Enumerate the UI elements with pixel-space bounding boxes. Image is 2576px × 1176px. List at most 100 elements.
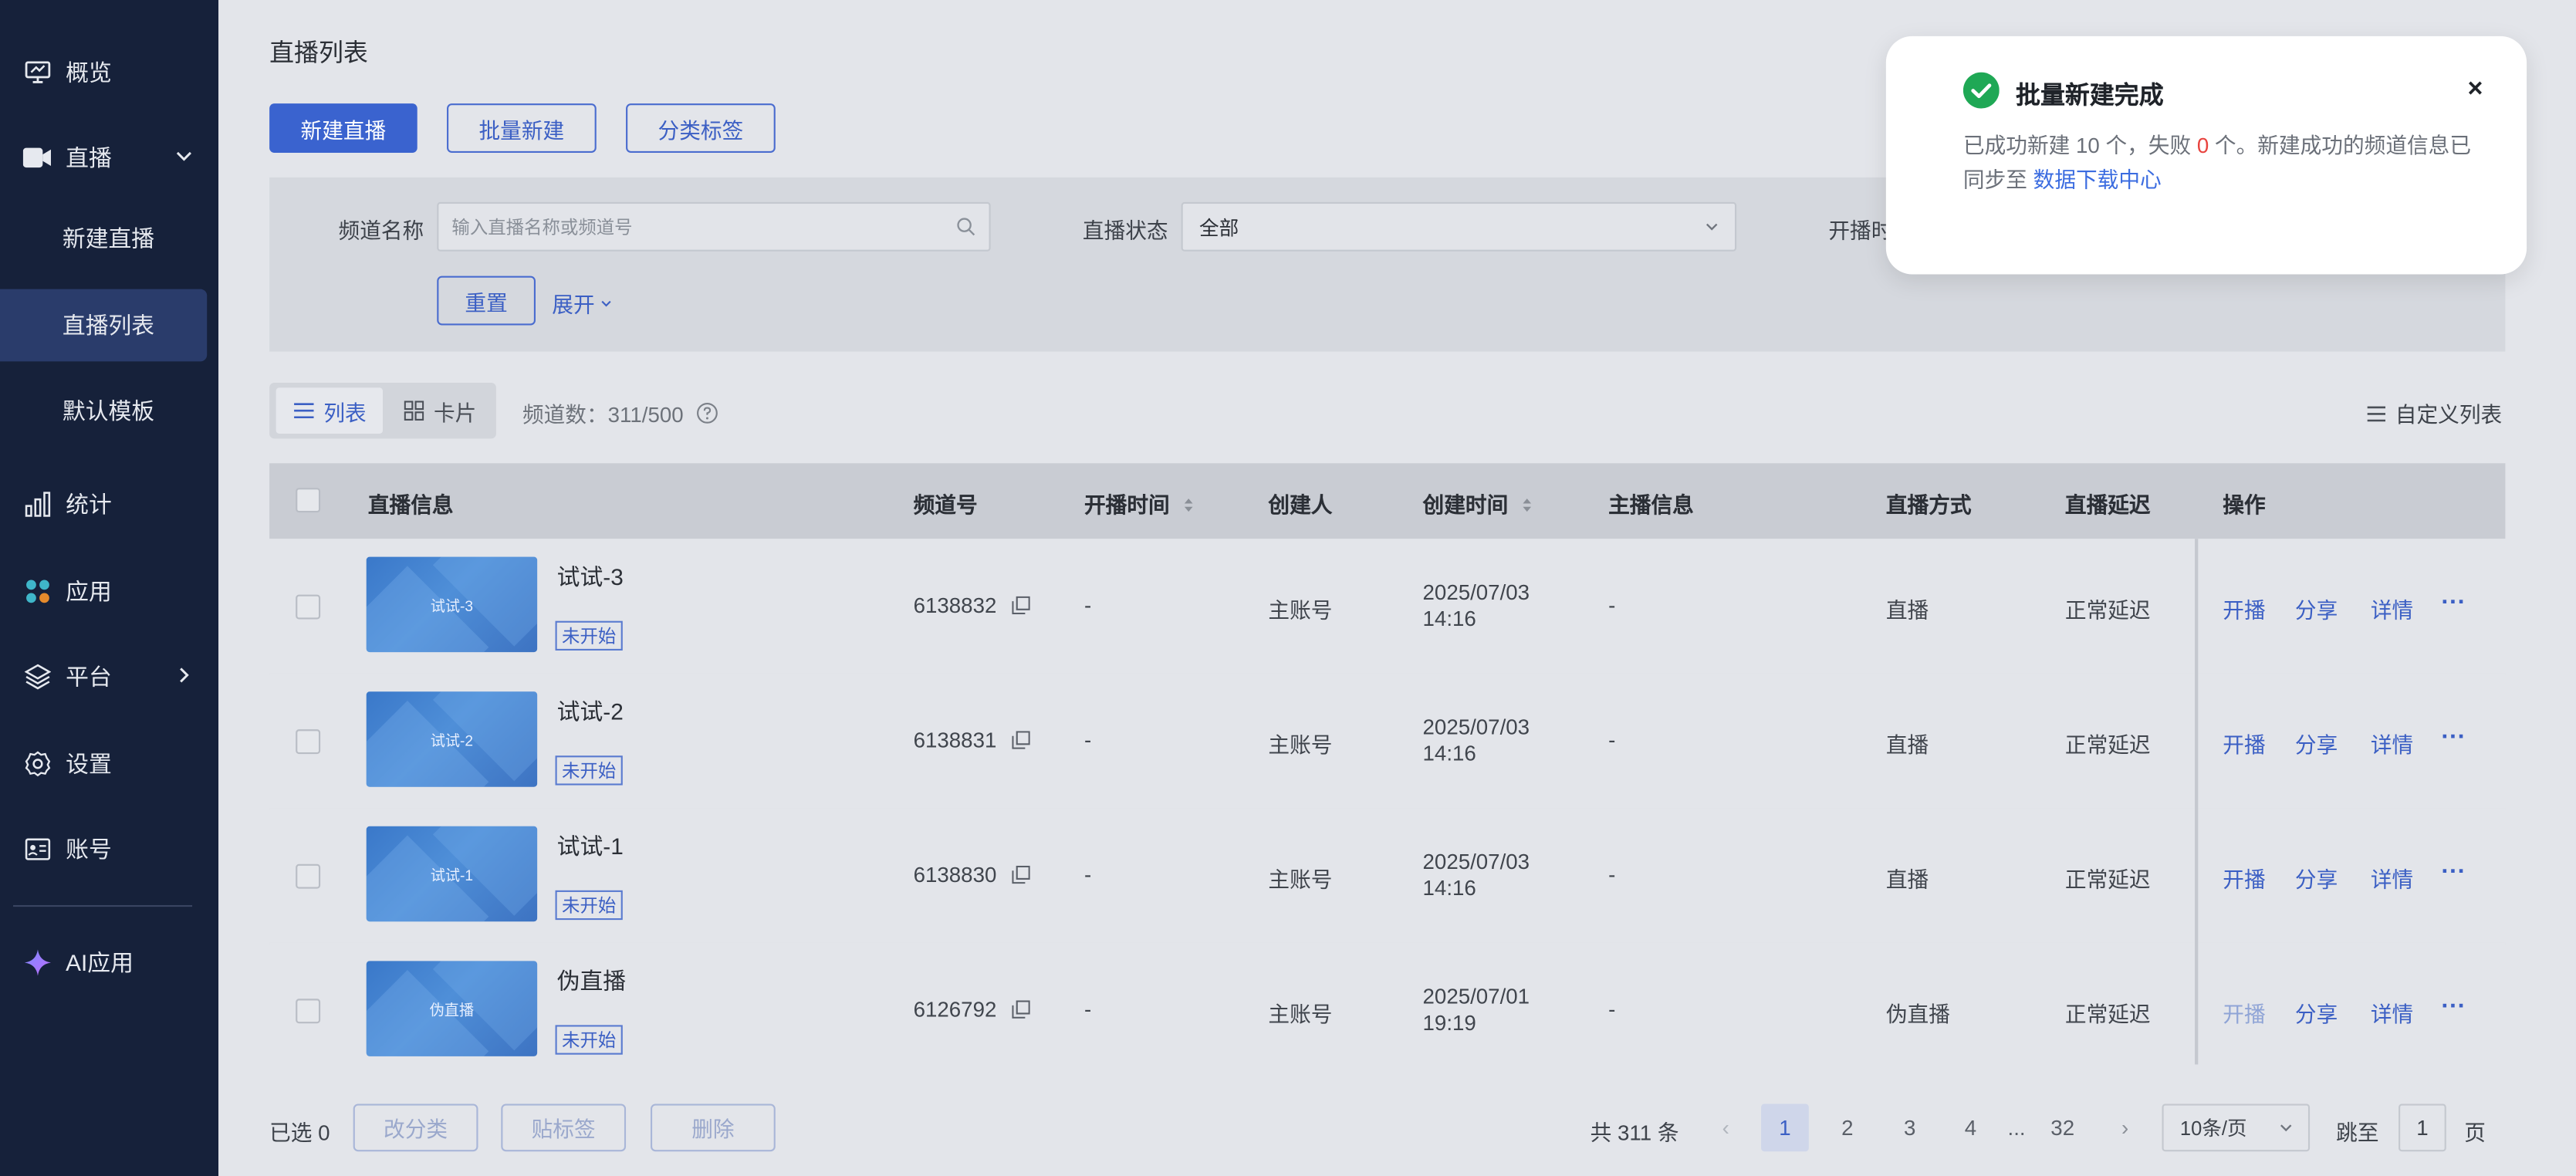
- copy-icon[interactable]: [1011, 731, 1029, 749]
- sidebar-item-stats[interactable]: 统计: [0, 471, 218, 537]
- creator-cell: 主账号: [1268, 732, 1333, 758]
- sidebar-item-label: 账号: [66, 836, 112, 863]
- table-row[interactable]: 试试-3 试试-3 未开始 6138832 - 主账号 2025/07/03 1…: [269, 539, 2506, 675]
- prev-page-icon[interactable]: ‹: [1702, 1104, 1749, 1152]
- page-3[interactable]: 3: [1886, 1104, 1934, 1152]
- table-header: 直播信息 频道号 开播时间 创建人 创建时间 主播信息 直播方式 直播延迟 操作: [269, 463, 2506, 539]
- detail-link[interactable]: 详情: [2371, 997, 2413, 1028]
- page-ellipsis[interactable]: ...: [1993, 1104, 2040, 1152]
- channel-id: 6138830: [913, 862, 997, 887]
- delete-button[interactable]: 删除: [651, 1103, 776, 1152]
- share-link[interactable]: 分享: [2295, 997, 2338, 1028]
- sticky-column-shadow: [2195, 539, 2199, 1065]
- status-badge: 未开始: [555, 620, 623, 651]
- row-checkbox[interactable]: [296, 863, 321, 889]
- jump-page-input[interactable]: 1: [2399, 1103, 2446, 1152]
- sidebar-subitem-new-live[interactable]: 新建直播: [0, 202, 218, 275]
- table-row[interactable]: 伪直播 伪直播 未开始 6126792 - 主账号 2025/07/01 19:…: [269, 942, 2506, 1078]
- more-icon[interactable]: ···: [2441, 992, 2466, 1020]
- detail-link[interactable]: 详情: [2371, 593, 2413, 623]
- col-start-time[interactable]: 开播时间: [1084, 488, 1194, 519]
- download-center-link[interactable]: 数据下载中心: [2033, 167, 2162, 192]
- row-checkbox[interactable]: [296, 999, 321, 1024]
- page-32[interactable]: 32: [2039, 1104, 2087, 1152]
- sidebar-item-account[interactable]: 账号: [0, 816, 218, 882]
- live-name[interactable]: 试试-1: [557, 830, 624, 863]
- live-thumbnail[interactable]: 试试-3: [366, 556, 538, 653]
- page-size-select[interactable]: 10条/页: [2162, 1103, 2311, 1152]
- custom-columns-button[interactable]: 自定义列表: [2367, 397, 2502, 428]
- expand-label: 展开: [552, 292, 595, 317]
- live-thumbnail[interactable]: 试试-1: [366, 826, 538, 922]
- more-icon[interactable]: ···: [2441, 857, 2466, 885]
- creator-cell: 主账号: [1268, 1002, 1333, 1027]
- layers-icon: [23, 662, 52, 691]
- thumbnail-label: 试试-3: [430, 596, 474, 614]
- batch-create-button[interactable]: 批量新建: [447, 103, 597, 153]
- video-camera-icon: [22, 143, 52, 172]
- list-icon: [2367, 405, 2386, 421]
- list-view-label: 列表: [323, 400, 367, 425]
- row-checkbox[interactable]: [296, 594, 321, 620]
- page-4[interactable]: 4: [1947, 1104, 1995, 1152]
- copy-icon[interactable]: [1011, 865, 1029, 884]
- share-link[interactable]: 分享: [2295, 863, 2338, 894]
- sidebar-item-label: AI应用: [66, 949, 134, 976]
- start-live-link[interactable]: 开播: [2223, 863, 2265, 894]
- toast-message-prefix: 已成功新建 10 个，失败: [1962, 133, 2197, 158]
- recategorize-button[interactable]: 改分类: [353, 1103, 478, 1152]
- start-live-link[interactable]: 开播: [2223, 593, 2265, 623]
- help-icon[interactable]: [697, 402, 718, 424]
- created-date: 2025/07/03: [1422, 580, 1530, 605]
- tag-button[interactable]: 贴标签: [501, 1103, 627, 1152]
- share-link[interactable]: 分享: [2295, 728, 2338, 759]
- category-tag-button[interactable]: 分类标签: [626, 103, 776, 153]
- start-live-link[interactable]: 开播: [2223, 728, 2265, 759]
- more-icon[interactable]: ···: [2441, 588, 2466, 616]
- col-created-time[interactable]: 创建时间: [1423, 488, 1533, 519]
- table-row[interactable]: 试试-1 试试-1 未开始 6138830 - 主账号 2025/07/03 1…: [269, 808, 2506, 945]
- reset-button[interactable]: 重置: [437, 275, 536, 326]
- live-name[interactable]: 伪直播: [557, 965, 626, 998]
- page-2[interactable]: 2: [1824, 1104, 1871, 1152]
- channel-id: 6126792: [913, 997, 997, 1022]
- host-cell: -: [1608, 593, 1616, 618]
- new-live-button[interactable]: 新建直播: [269, 103, 418, 153]
- delay-cell: 正常延迟: [2064, 1002, 2151, 1027]
- copy-icon[interactable]: [1011, 596, 1029, 615]
- expand-toggle[interactable]: 展开: [552, 288, 613, 319]
- sidebar-subitem-default-template[interactable]: 默认模板: [0, 374, 218, 447]
- sidebar-item-platform[interactable]: 平台: [0, 644, 218, 709]
- channel-search-input[interactable]: 输入直播名称或频道号: [437, 201, 991, 252]
- delay-cell: 正常延迟: [2064, 867, 2151, 892]
- share-link[interactable]: 分享: [2295, 593, 2338, 623]
- row-checkbox[interactable]: [296, 729, 321, 755]
- sidebar-item-ai-apps[interactable]: AI应用: [0, 930, 218, 995]
- copy-icon[interactable]: [1011, 1000, 1029, 1019]
- thumbnail-label: 伪直播: [429, 1001, 475, 1018]
- start-live-link[interactable]: 开播: [2223, 997, 2265, 1028]
- sidebar-item-label: 概览: [66, 59, 112, 86]
- live-name[interactable]: 试试-2: [557, 694, 624, 728]
- tab-card-view[interactable]: 卡片: [387, 387, 489, 434]
- detail-link[interactable]: 详情: [2371, 863, 2413, 894]
- select-all-checkbox[interactable]: [296, 488, 321, 513]
- close-icon[interactable]: ×: [2467, 76, 2483, 105]
- sidebar-item-live[interactable]: 直播: [0, 125, 218, 191]
- table-row[interactable]: 试试-2 试试-2 未开始 6138831 - 主账号 2025/07/03 1…: [269, 673, 2506, 810]
- sidebar-subitem-live-list[interactable]: 直播列表: [0, 289, 208, 362]
- tab-list-view[interactable]: 列表: [276, 387, 384, 434]
- sidebar-item-apps[interactable]: 应用: [0, 559, 218, 624]
- status-select[interactable]: 全部: [1181, 201, 1737, 252]
- detail-link[interactable]: 详情: [2371, 728, 2413, 759]
- sidebar-item-settings[interactable]: 设置: [0, 731, 218, 796]
- more-icon[interactable]: ···: [2441, 723, 2466, 751]
- live-thumbnail[interactable]: 试试-2: [366, 691, 538, 787]
- sidebar-item-label: 设置: [66, 750, 112, 777]
- page-1[interactable]: 1: [1761, 1103, 1809, 1152]
- search-placeholder: 输入直播名称或频道号: [451, 218, 633, 238]
- live-name[interactable]: 试试-3: [557, 560, 624, 593]
- next-page-icon[interactable]: ›: [2101, 1104, 2149, 1152]
- live-thumbnail[interactable]: 伪直播: [366, 961, 538, 1056]
- sidebar-item-overview[interactable]: 概览: [0, 39, 218, 105]
